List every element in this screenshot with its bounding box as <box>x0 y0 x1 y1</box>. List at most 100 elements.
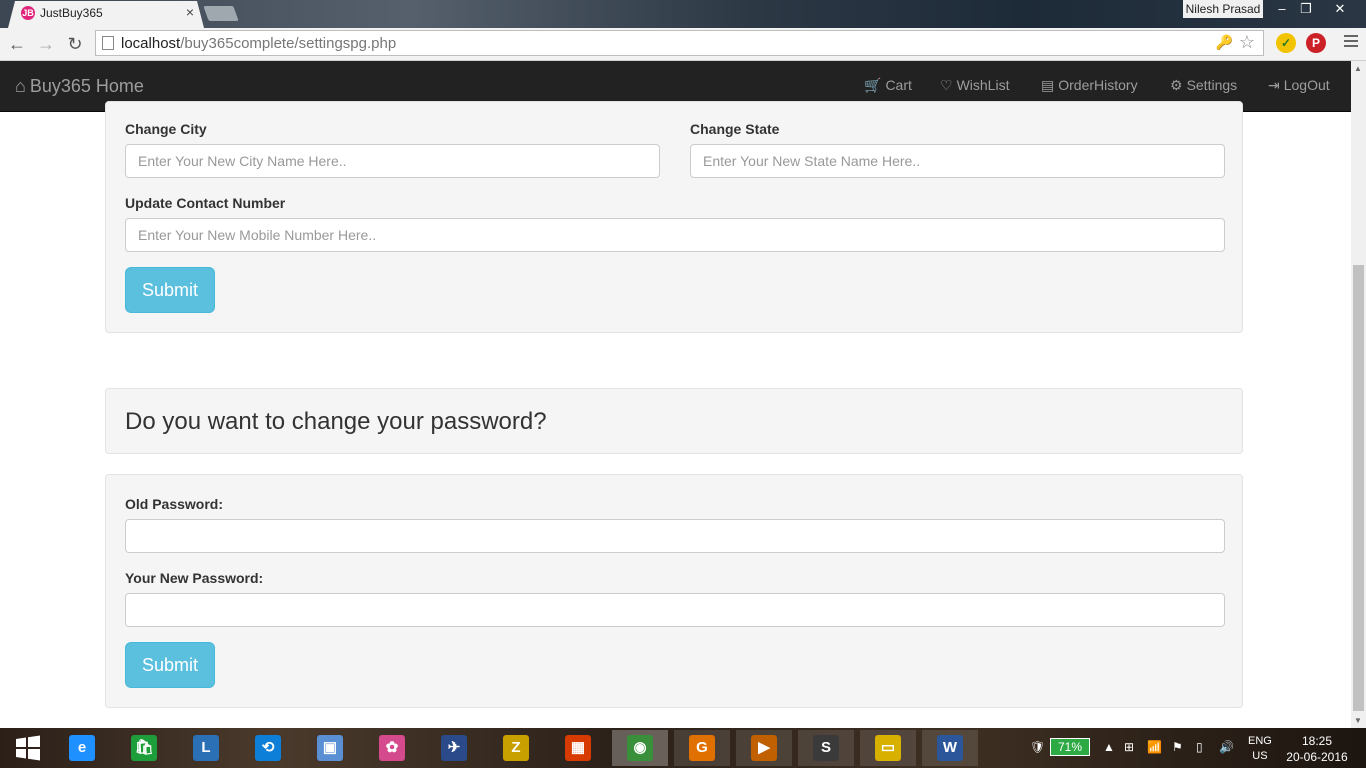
scroll-up-icon[interactable]: ▲ <box>1354 64 1362 73</box>
password-heading-panel: Do you want to change your password? <box>105 388 1243 454</box>
taskbar-bird-app[interactable]: ✈ <box>426 730 482 766</box>
internet-explorer-icon: e <box>69 734 95 761</box>
show-hidden-icons-icon[interactable]: ▲ <box>1103 740 1115 754</box>
state-label: Change State <box>690 121 780 137</box>
power-icon[interactable]: 🛡 <box>1030 740 1045 754</box>
brand-label: Buy365 Home <box>29 76 144 96</box>
media-player-icon: ▶ <box>751 734 777 761</box>
city-input[interactable] <box>125 144 660 178</box>
old-password-label: Old Password: <box>125 496 224 512</box>
heart-icon: ♡ <box>940 77 953 93</box>
nav-cart[interactable]: 🛒 Cart <box>864 77 912 94</box>
system-clock[interactable]: 18:25 20-06-2016 <box>1286 733 1348 765</box>
nav-cart-label: Cart <box>885 77 912 93</box>
browser-title-bar: JB JustBuy365 × Nilesh Prasad – ❐ ✕ <box>0 0 1366 28</box>
tab-close-icon[interactable]: × <box>186 4 194 20</box>
bird-app-icon: ✈ <box>441 734 467 761</box>
nav-settings[interactable]: ⚙ Settings <box>1170 77 1237 94</box>
taskbar-store[interactable]: 🛍 <box>116 730 172 766</box>
taskbar-file-explorer[interactable]: ▭ <box>860 730 916 766</box>
nav-orderhistory-label: OrderHistory <box>1058 77 1138 93</box>
logout-icon: ⇥ <box>1268 77 1280 93</box>
bookmark-star-icon[interactable]: ☆ <box>1239 32 1255 53</box>
clock-time: 18:25 <box>1301 734 1333 748</box>
windows-taskbar: e 🛍 L ⟲ ▣ ✿ ✈ Z ▦ ◉ G ▶ S ▭ W 🛡 71% ▲ ⊞ 📶 ⚑ ▯ 🔊 ENG US… <box>0 728 1366 768</box>
taskbar-picasa[interactable]: ✿ <box>364 730 420 766</box>
taskbar-word[interactable]: W <box>922 730 978 766</box>
file-explorer-icon: ▭ <box>875 734 901 761</box>
sublime-text-icon: S <box>813 734 839 761</box>
volume-icon[interactable]: 🔊 <box>1219 740 1234 754</box>
state-input[interactable] <box>690 144 1225 178</box>
flag-icon[interactable]: ⚑ <box>1172 740 1183 754</box>
key-icon[interactable]: 🔑 <box>1216 34 1233 51</box>
brand-link[interactable]: ⌂ Buy365 Home <box>15 76 144 97</box>
cart-icon: 🛒 <box>864 77 882 93</box>
profile-name[interactable]: Nilesh Prasad <box>1183 0 1263 18</box>
nav-wishlist-label: WishList <box>956 77 1010 93</box>
password-heading: Do you want to change your password? <box>125 408 547 435</box>
browser-tab[interactable]: JB JustBuy365 × <box>8 1 204 28</box>
close-window-button[interactable]: ✕ <box>1328 0 1352 18</box>
address-bar[interactable]: localhost/buy365complete/settingspg.php … <box>95 30 1264 56</box>
keyboard-region: US <box>1252 750 1268 762</box>
forward-button[interactable]: → <box>35 33 57 55</box>
action-center-icon[interactable]: ⊞ <box>1124 740 1134 754</box>
taskbar-virtualbox[interactable]: ▣ <box>302 730 358 766</box>
winzip-icon: Z <box>503 734 529 761</box>
norton-extension-icon[interactable]: ✓ <box>1276 33 1296 53</box>
taskbar-media-player[interactable]: ▶ <box>736 730 792 766</box>
nav-orderhistory[interactable]: ▤ OrderHistory <box>1041 77 1138 94</box>
nav-logout[interactable]: ⇥ LogOut <box>1268 77 1330 94</box>
chrome-menu-icon[interactable] <box>1344 35 1358 50</box>
taskbar-lenovo[interactable]: L <box>178 730 234 766</box>
new-password-input[interactable] <box>125 593 1225 627</box>
taskbar-chrome[interactable]: ◉ <box>612 730 668 766</box>
device-icon[interactable]: ▯ <box>1196 740 1203 754</box>
new-password-label: Your New Password: <box>125 570 264 586</box>
taskbar-winzip[interactable]: Z <box>488 730 544 766</box>
minimize-button[interactable]: – <box>1270 0 1294 18</box>
virtualbox-icon: ▣ <box>317 734 343 761</box>
page-icon <box>102 36 114 50</box>
url-text: localhost/buy365complete/settingspg.php <box>121 35 397 52</box>
address-update-form <box>105 101 1243 333</box>
teamviewer-icon: ⟲ <box>255 734 281 761</box>
back-button[interactable]: ← <box>6 33 28 55</box>
contact-number-input[interactable] <box>125 218 1225 252</box>
page-scrollbar[interactable]: ▲ ▼ <box>1351 61 1366 728</box>
reload-button[interactable]: ↻ <box>64 33 86 55</box>
tab-title: JustBuy365 <box>40 6 103 20</box>
address-submit-button[interactable]: Submit <box>125 267 215 313</box>
taskbar-internet-explorer[interactable]: e <box>54 730 110 766</box>
password-submit-button[interactable]: Submit <box>125 642 215 688</box>
new-tab-button[interactable] <box>203 6 239 21</box>
foxit-pdf-icon: G <box>689 734 715 761</box>
office-icon: ▦ <box>565 734 591 761</box>
pinterest-extension-icon[interactable]: P <box>1306 33 1326 53</box>
windows-logo-icon <box>16 735 40 761</box>
clock-date: 20-06-2016 <box>1286 750 1348 764</box>
list-icon: ▤ <box>1041 77 1055 93</box>
nav-wishlist[interactable]: ♡ WishList <box>940 77 1009 94</box>
taskbar-foxit-pdf[interactable]: G <box>674 730 730 766</box>
taskbar-sublime-text[interactable]: S <box>798 730 854 766</box>
city-label: Change City <box>125 121 207 137</box>
restore-button[interactable]: ❐ <box>1294 0 1318 18</box>
page-viewport: ⌂ Buy365 Home 🛒 Cart ♡ WishList ▤ OrderHisto… <box>0 61 1351 728</box>
start-button[interactable] <box>0 730 56 766</box>
battery-indicator[interactable]: 71% <box>1050 738 1090 756</box>
scroll-down-icon[interactable]: ▼ <box>1354 716 1362 725</box>
language-indicator[interactable]: ENG US <box>1248 734 1272 764</box>
gear-icon: ⚙ <box>1170 77 1183 93</box>
picasa-icon: ✿ <box>379 734 405 761</box>
taskbar-office[interactable]: ▦ <box>550 730 606 766</box>
taskbar-teamviewer[interactable]: ⟲ <box>240 730 296 766</box>
scrollbar-thumb[interactable] <box>1353 265 1364 711</box>
home-icon: ⌂ <box>15 76 26 96</box>
password-change-form <box>105 474 1243 708</box>
contact-label: Update Contact Number <box>125 195 286 211</box>
network-icon[interactable]: 📶 <box>1147 740 1162 754</box>
nav-logout-label: LogOut <box>1283 77 1330 93</box>
old-password-input[interactable] <box>125 519 1225 553</box>
